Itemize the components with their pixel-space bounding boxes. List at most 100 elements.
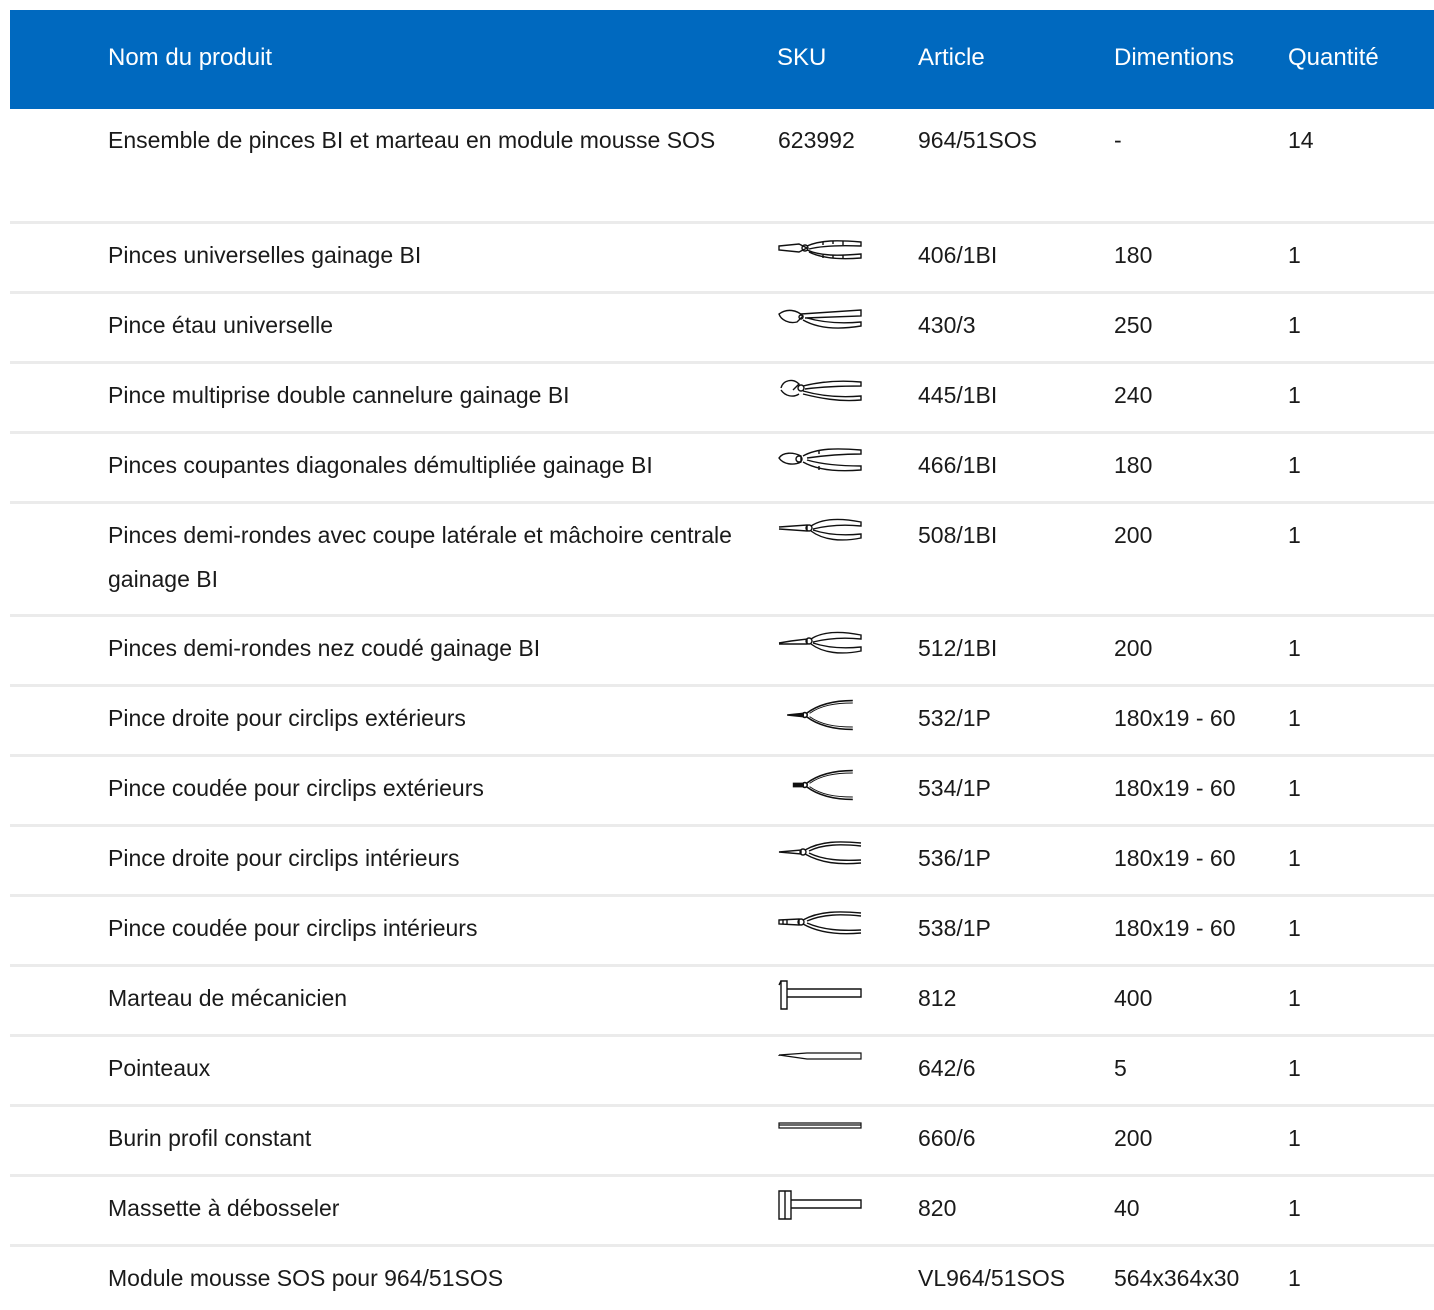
header-dimensions[interactable]: Dimentions	[1114, 10, 1288, 109]
chisel-icon	[778, 1121, 862, 1129]
row-spacer	[10, 755, 108, 825]
product-name-text: Massette à débosseler	[108, 1194, 340, 1221]
circlip-pliers-bent-icon	[792, 769, 853, 800]
product-dimensions: 240	[1114, 381, 1153, 408]
product-dimensions: 200	[1114, 1124, 1153, 1151]
product-dimensions: 400	[1114, 984, 1153, 1011]
row-spacer	[10, 825, 108, 895]
product-article: 508/1BI	[918, 521, 998, 548]
product-sku	[777, 685, 918, 755]
row-spacer	[10, 1105, 108, 1175]
product-name: Module mousse SOS pour 964/51SOS	[108, 1245, 777, 1301]
product-name: Pince coudée pour circlips extérieurs	[108, 755, 777, 825]
row-spacer	[10, 292, 108, 362]
product-name-text: Pinces coupantes diagonales démultipliée…	[108, 451, 653, 478]
product-sku	[777, 755, 918, 825]
product-name-text: Burin profil constant	[108, 1124, 312, 1151]
row-spacer	[10, 502, 108, 615]
product-name-text: Pince coudée pour circlips extérieurs	[108, 774, 484, 801]
product-name-text: Pointeaux	[108, 1054, 211, 1081]
table-row: Pince droite pour circlips intérieurs 53…	[10, 825, 1434, 895]
product-dimensions: 5	[1114, 1054, 1127, 1081]
header-sku[interactable]: SKU	[777, 10, 918, 109]
product-name: Pince étau universelle	[108, 292, 777, 362]
product-quantity: 1	[1288, 1054, 1301, 1081]
combination-pliers-icon	[778, 239, 862, 259]
product-article: 534/1P	[918, 774, 991, 801]
dent-hammer-icon	[778, 1189, 862, 1220]
product-sku	[777, 1035, 918, 1105]
product-dimensions: 250	[1114, 311, 1153, 338]
table-row: Module mousse SOS pour 964/51SOS VL964/5…	[10, 1245, 1434, 1301]
product-quantity: 1	[1288, 774, 1301, 801]
product-name-text: Pinces demi-rondes avec coupe latérale e…	[108, 521, 732, 592]
header-article[interactable]: Article	[918, 10, 1114, 109]
product-article: 660/6	[918, 1124, 976, 1151]
product-dimensions: 200	[1114, 634, 1153, 661]
product-article: 430/3	[918, 311, 976, 338]
row-spacer	[10, 685, 108, 755]
table-row: Pointeaux 642/6 5 1	[10, 1035, 1434, 1105]
product-sku	[777, 895, 918, 965]
product-name-text: Pince coudée pour circlips intérieurs	[108, 914, 478, 941]
header-name[interactable]: Nom du produit	[108, 10, 777, 109]
product-article: 642/6	[918, 1054, 976, 1081]
sku-value: 623992	[778, 127, 855, 153]
diagonal-cutters-icon	[778, 447, 862, 471]
product-quantity: 1	[1288, 704, 1301, 731]
table-header: Nom du produit SKU Article Dimentions Qu…	[10, 10, 1434, 109]
bent-nose-pliers-icon	[778, 631, 862, 654]
header-quantity[interactable]: Quantité	[1288, 10, 1434, 109]
product-quantity: 1	[1288, 451, 1301, 478]
product-article: 536/1P	[918, 844, 991, 871]
product-sku	[777, 502, 918, 615]
product-sku	[777, 615, 918, 685]
product-name: Pinces demi-rondes avec coupe latérale e…	[108, 502, 777, 615]
row-spacer	[10, 965, 108, 1035]
product-dimensions: 180x19 - 60	[1114, 774, 1236, 801]
product-quantity: 1	[1288, 844, 1301, 871]
product-dimensions: -	[1114, 127, 1122, 153]
product-article: 512/1BI	[918, 634, 998, 661]
product-quantity: 1	[1288, 1124, 1301, 1151]
product-dimensions: 180x19 - 60	[1114, 914, 1236, 941]
product-name: Pince droite pour circlips extérieurs	[108, 685, 777, 755]
product-sku	[777, 1175, 918, 1245]
table-row: Pinces demi-rondes avec coupe latérale e…	[10, 502, 1434, 615]
product-name: Pince multiprise double cannelure gainag…	[108, 362, 777, 432]
product-sku	[777, 432, 918, 502]
product-dimensions: 180	[1114, 241, 1153, 268]
water-pump-pliers-icon	[780, 379, 862, 401]
product-sku	[777, 1105, 918, 1175]
row-spacer	[10, 222, 108, 292]
table-row: Pince étau universelle 430/3 250 1	[10, 292, 1434, 362]
product-sku	[777, 292, 918, 362]
product-article: 466/1BI	[918, 451, 998, 478]
product-article: VL964/51SOS	[918, 1264, 1066, 1291]
product-quantity: 1	[1288, 1264, 1301, 1291]
product-name: Pinces coupantes diagonales démultipliée…	[108, 432, 777, 502]
circlip-pliers-internal-icon	[778, 840, 862, 864]
product-name: Ensemble de pinces BI et marteau en modu…	[108, 109, 777, 222]
product-article: 812	[918, 984, 957, 1011]
row-spacer	[10, 109, 108, 222]
table-row: Burin profil constant 660/6 200 1	[10, 1105, 1434, 1175]
product-name: Pointeaux	[108, 1035, 777, 1105]
product-table: Nom du produit SKU Article Dimentions Qu…	[10, 10, 1434, 1301]
table-row: Pinces demi-rondes nez coudé gainage BI …	[10, 615, 1434, 685]
product-sku	[777, 1245, 918, 1301]
table-row: Pince droite pour circlips extérieurs 53…	[10, 685, 1434, 755]
table-row: Ensemble de pinces BI et marteau en modu…	[10, 109, 1434, 222]
product-sku: 623992	[777, 109, 918, 222]
table-row: Pinces universelles gainage BI 406/1BI 1…	[10, 222, 1434, 292]
table-body: Ensemble de pinces BI et marteau en modu…	[10, 109, 1434, 1301]
product-name: Pince droite pour circlips intérieurs	[108, 825, 777, 895]
product-name-text: Marteau de mécanicien	[108, 984, 348, 1011]
product-name: Burin profil constant	[108, 1105, 777, 1175]
product-dimensions: 180x19 - 60	[1114, 844, 1236, 871]
product-name: Pinces universelles gainage BI	[108, 222, 777, 292]
product-name-text: Module mousse SOS pour 964/51SOS	[108, 1264, 504, 1291]
product-quantity: 1	[1288, 984, 1301, 1011]
product-table-container: Nom du produit SKU Article Dimentions Qu…	[10, 10, 1434, 1301]
product-dimensions: 564x364x30	[1114, 1264, 1240, 1291]
